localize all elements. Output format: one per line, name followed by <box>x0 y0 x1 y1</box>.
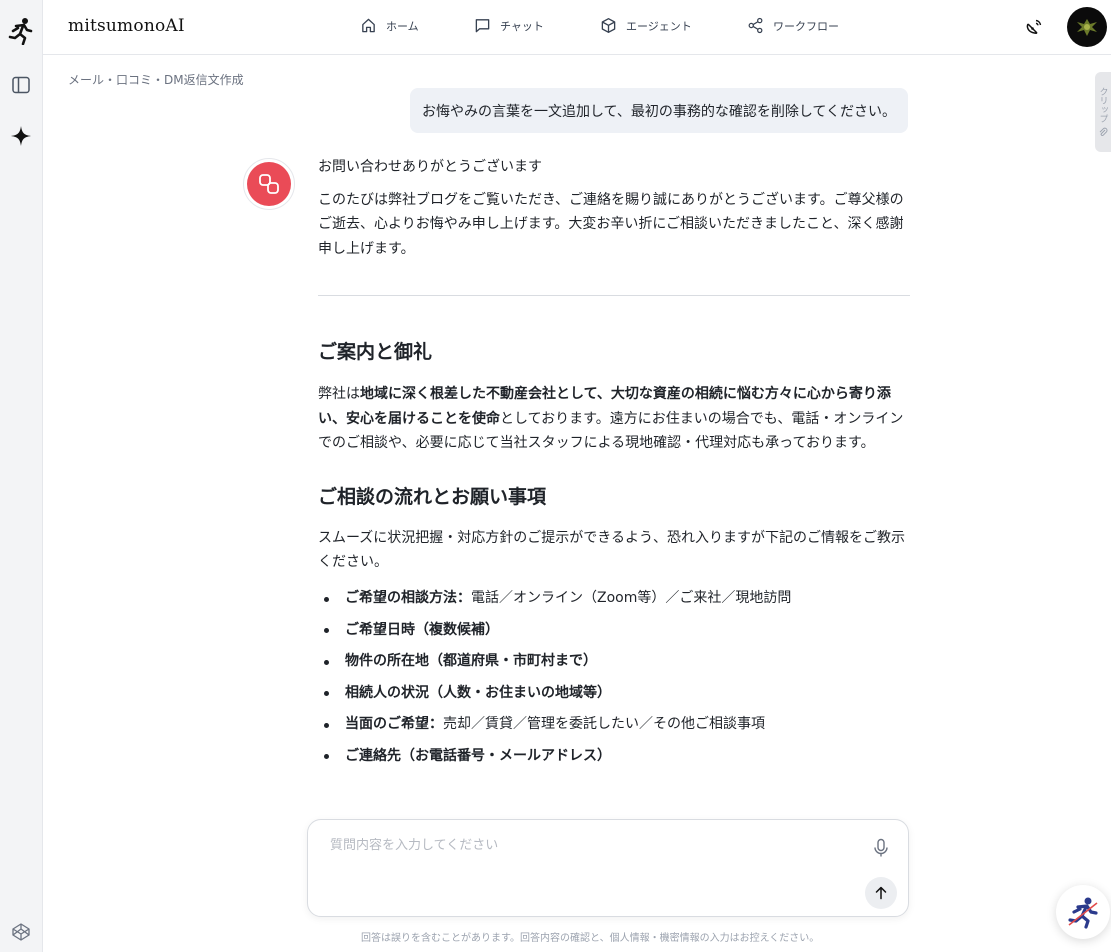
list-item: 当面のご希望： 売却／賃貸／管理を委託したい／その他ご相談事項 <box>318 709 910 741</box>
app-root: mitsumonoAI ホーム チャット エージェント ワークフロー メール・口… <box>0 0 1111 952</box>
user-avatar[interactable] <box>1067 7 1107 47</box>
cube-icon <box>601 18 616 33</box>
arrow-up-icon <box>875 886 887 900</box>
section-guidance-text: 弊社は地域に深く根差した不動産会社として、大切な資産の相続に悩む方々に心から寄り… <box>318 382 910 456</box>
answer-greeting: お問い合わせありがとうございます <box>318 159 542 175</box>
list-item-bold: 相続人の状況（人数・お住まいの地域等） <box>345 684 611 701</box>
nav-agent[interactable]: エージェント <box>600 17 692 34</box>
assistant-logo-icon <box>259 174 279 194</box>
home-icon <box>362 18 375 33</box>
assistant-answer: お問い合わせありがとうございます このたびは弊社ブログをご覧いただき、ご連絡を賜… <box>318 155 910 772</box>
satellite-icon[interactable] <box>1022 15 1046 39</box>
divider <box>318 295 910 296</box>
nav-home[interactable]: ホーム <box>360 17 419 34</box>
question-input[interactable] <box>330 838 830 853</box>
list-item-bold: ご希望の相談方法： <box>345 590 471 607</box>
list-item: ご連絡先（お電話番号・メールアドレス） <box>318 740 910 772</box>
sparkle-icon[interactable] <box>7 122 35 150</box>
list-item-bold: ご希望日時（複数候補） <box>345 621 499 638</box>
send-button[interactable] <box>865 877 897 909</box>
message-composer <box>307 819 909 917</box>
disclaimer-text: 回答は誤りを含むことがあります。回答内容の確認と、個人情報・機密情報の入力はお控… <box>361 933 820 944</box>
share-icon <box>748 17 763 34</box>
list-item: ご希望日時（複数候補） <box>318 614 910 646</box>
section-flow-text: スムーズに状況把握・対応方針のご提示ができるよう、恐れ入りますが下記のご情報をご… <box>318 529 906 571</box>
clip-side-tab[interactable]: クリップ <box>1095 72 1111 152</box>
nav-chat-label: チャット <box>500 19 544 33</box>
runner-mascot-icon <box>1068 897 1098 929</box>
answer-intro: このたびは弊社ブログをご覧いただき、ご連絡を賜り誠にありがとうございます。ご尊父… <box>318 191 904 257</box>
nav-workflow[interactable]: ワークフロー <box>747 17 839 34</box>
runner-logo-icon[interactable] <box>7 17 35 45</box>
clip-tab-label: クリップ <box>1097 87 1108 123</box>
list-item: 相続人の状況（人数・お住まいの地域等） <box>318 677 910 709</box>
list-item: ご希望の相談方法： 電話／オンライン（Zoom等）／ご来社／現地訪問 <box>318 583 910 615</box>
nav-agent-label: エージェント <box>626 19 692 33</box>
breadcrumb[interactable]: メール・口コミ・DM返信文作成 <box>68 71 244 88</box>
list-item-bold: 物件の所在地（都道府県・市町村まで） <box>345 653 597 670</box>
floating-assistant-button[interactable] <box>1056 885 1110 939</box>
list-item-bold: ご連絡先（お電話番号・メールアドレス） <box>345 748 611 765</box>
user-message-bubble: お悔やみの言葉を一文追加して、最初の事務的な確認を削除してください。 <box>409 88 908 133</box>
sidebar-toggle-icon[interactable] <box>7 71 35 99</box>
chat-icon <box>475 19 490 33</box>
guidance-pre: 弊社は <box>318 386 360 402</box>
nav-home-label: ホーム <box>386 19 419 33</box>
section-title-flow: ご相談の流れとお願い事項 <box>318 485 547 508</box>
request-list: ご希望の相談方法： 電話／オンライン（Zoom等）／ご来社／現地訪問 ご希望日時（… <box>318 583 910 773</box>
brand-name[interactable]: mitsumonoAI <box>68 16 185 36</box>
list-item-bold: 当面のご希望： <box>345 716 443 733</box>
top-header: mitsumonoAI ホーム チャット エージェント ワークフロー <box>43 0 1111 55</box>
left-rail <box>0 0 43 952</box>
nav-chat[interactable]: チャット <box>474 17 544 34</box>
paperclip-icon <box>1099 127 1108 137</box>
list-item: 物件の所在地（都道府県・市町村まで） <box>318 646 910 678</box>
avatar-image <box>1077 19 1097 36</box>
microphone-icon[interactable] <box>870 836 892 860</box>
section-title-guidance: ご案内と御礼 <box>318 341 433 363</box>
list-item-text: 電話／オンライン（Zoom等）／ご来社／現地訪問 <box>471 590 792 607</box>
nav-workflow-label: ワークフロー <box>773 19 839 33</box>
codepen-icon[interactable] <box>7 918 35 946</box>
list-item-text: 売却／賃貸／管理を委託したい／その他ご相談事項 <box>443 716 765 733</box>
assistant-avatar <box>243 158 295 210</box>
